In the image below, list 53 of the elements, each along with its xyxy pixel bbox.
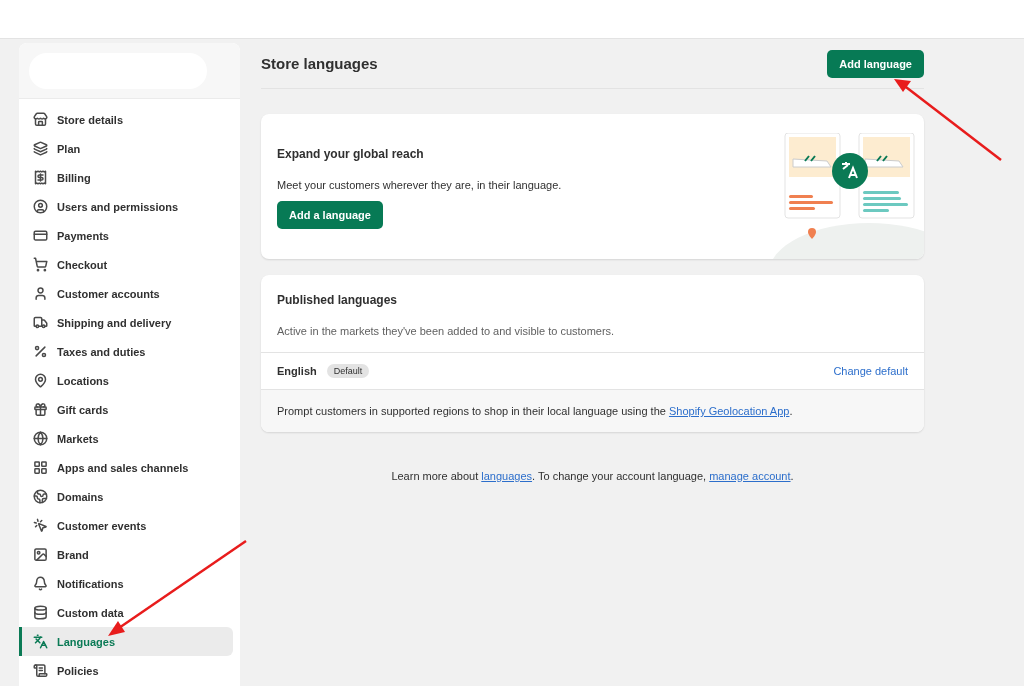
apps-grid-icon (33, 460, 48, 475)
person-icon (33, 286, 48, 301)
add-language-button[interactable]: Add language (827, 49, 924, 78)
globe-icon (33, 431, 48, 446)
percent-icon (33, 344, 48, 359)
sidebar-item[interactable]: Store details (19, 105, 233, 134)
sidebar-item[interactable]: Checkout (19, 250, 233, 279)
geolocation-note: Prompt customers in supported regions to shop in their local language using the Shopify Geolocation App. (277, 405, 793, 417)
sidebar-item[interactable]: Customer accounts (19, 279, 233, 308)
sidebar-item[interactable]: Shipping and delivery (19, 308, 233, 337)
footer-note: Learn more about languages. To change your account language, manage account. (390, 470, 795, 482)
card-title: Expand your global reach (277, 147, 424, 161)
image-icon (33, 547, 48, 562)
sidebar-item[interactable]: Billing (19, 163, 233, 192)
sidebar-item[interactable]: Policies (19, 656, 233, 685)
user-circle-icon (33, 199, 48, 214)
receipt-icon (33, 170, 48, 185)
scroll-icon (33, 663, 48, 678)
database-icon (33, 605, 48, 620)
sidebar-item[interactable]: Markets (19, 424, 233, 453)
cart-icon (33, 257, 48, 272)
sidebar-item[interactable]: Apps and sales channels (19, 453, 233, 482)
gift-icon (33, 402, 48, 417)
page-title: Store languages (261, 55, 378, 72)
language-name: English (277, 365, 317, 377)
stack-icon (33, 141, 48, 156)
sidebar-item[interactable]: Locations (19, 366, 233, 395)
add-a-language-button[interactable]: Add a language (277, 201, 383, 229)
footer-link[interactable]: manage account (709, 470, 791, 482)
location-pin-icon (33, 373, 48, 388)
truck-icon (33, 315, 48, 330)
bell-icon (33, 576, 48, 591)
sidebar-item[interactable]: Taxes and duties (19, 337, 233, 366)
card-description: Active in the markets they've been added to and visible to customers. (277, 325, 616, 337)
sidebar-item[interactable]: Users and permissions (19, 192, 233, 221)
globe-icon (33, 489, 48, 504)
sidebar-item[interactable]: Payments (19, 221, 233, 250)
sidebar-item[interactable]: Notifications (19, 569, 233, 598)
sidebar-item[interactable]: Domains (19, 482, 233, 511)
sidebar-item[interactable]: Custom data (19, 598, 233, 627)
sidebar-item[interactable]: Customer events (19, 511, 233, 540)
cursor-click-icon (33, 518, 48, 533)
sidebar-item[interactable]: Languages (19, 627, 233, 656)
card-description: Meet your customers wherever they are, in their language. (277, 179, 562, 191)
translate-icon (33, 634, 48, 649)
sidebar-item[interactable]: Plan (19, 134, 233, 163)
sidebar-item[interactable]: Brand (19, 540, 233, 569)
card-title: Published languages (277, 293, 399, 307)
card-icon (33, 228, 48, 243)
change-default-link[interactable]: Change default (833, 365, 908, 377)
store-icon (33, 112, 48, 127)
default-badge: Default (326, 364, 370, 378)
sidebar-item[interactable]: Gift cards (19, 395, 233, 424)
